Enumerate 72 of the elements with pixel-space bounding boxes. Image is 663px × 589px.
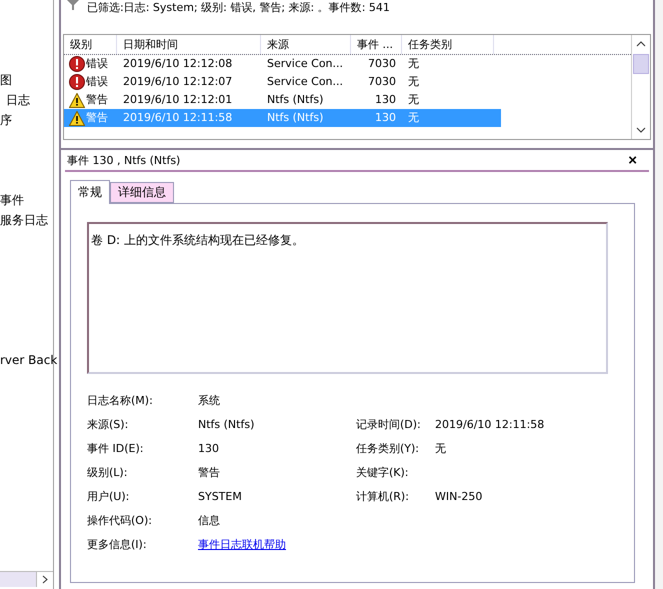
datetime-text: 2019/6/10 12:12:07 [123,74,232,90]
tree-item[interactable]: 事件 [0,190,53,210]
field-value: 警告 [198,464,221,480]
tree-item[interactable]: 图 [0,70,53,90]
field-label: 计算机(R): [356,488,410,504]
level-text: 错误 [86,74,108,90]
source-text: Ntfs (Ntfs) [267,92,324,108]
field-value: 信息 [198,512,221,528]
message-box: 卷 D: 上的文件系统结构现在已经修复。 [87,222,608,374]
close-button[interactable]: × [628,152,637,168]
event-row[interactable]: 错误 2019/6/10 12:12:08 Service Con... 7030 无 [64,55,501,73]
chevron-up-icon [636,41,646,47]
event-id-text: 7030 [368,56,396,72]
source-text: Ntfs (Ntfs) [267,110,324,126]
datetime-text: 2019/6/10 12:11:58 [123,110,232,126]
column-header[interactable]: 事件 ... [351,35,402,54]
field-label: 事件 ID(E): [87,440,144,456]
event-title: 事件 130 , Ntfs (Ntfs) [67,152,180,168]
chevron-down-icon [636,127,646,133]
tree-item[interactable]: 序 [0,110,53,130]
field-value: WIN-250 [435,490,484,502]
field-label: 记录时间(D): [356,416,422,432]
field-label: 用户(U): [87,488,130,504]
event-id-text: 7030 [368,74,396,90]
tree-item[interactable]: 服务日志 [0,210,53,230]
field-value: 130 [198,442,220,454]
column-header[interactable]: 来源 [261,35,351,54]
field-label: 任务类别(Y): [356,440,420,456]
tab[interactable]: 详细信息 [110,182,174,203]
field-label: 日志名称(M): [87,392,154,408]
event-row[interactable]: 错误 2019/6/10 12:12:07 Service Con... 7030 无 [64,73,501,91]
field-value: 无 [435,440,447,456]
column-header[interactable]: 日期和时间 [117,35,261,54]
task-category-text: 无 [408,56,419,72]
scrollbar-thumb[interactable] [633,54,649,74]
level-text: 警告 [86,110,108,126]
event-row[interactable]: 警告 2019/6/10 12:12:01 Ntfs (Ntfs) 130 无 [64,91,501,109]
tab[interactable]: 常规 [70,180,110,204]
field-value: 系统 [198,392,221,408]
error-icon [69,56,85,72]
field-label: 级别(L): [87,464,128,480]
error-icon [69,74,85,90]
datetime-text: 2019/6/10 12:12:08 [123,56,232,72]
warning-icon [69,92,85,108]
task-category-text: 无 [408,92,419,108]
field-value: 2019/6/10 12:11:58 [435,418,546,430]
task-category-text: 无 [408,110,419,126]
field-label: 更多信息(I): [87,536,148,552]
field-label: 关键字(K): [356,464,410,480]
field-label: 操作代码(O): [87,512,153,528]
field-label: 来源(S): [87,416,130,432]
field-value: Ntfs (Ntfs) [198,418,256,430]
help-link[interactable]: 事件日志联机帮助 [198,536,356,552]
warning-icon [69,110,85,126]
vertical-scrollbar[interactable] [631,35,650,139]
field-value: SYSTEM [198,490,243,502]
level-text: 错误 [86,56,108,72]
chevron-right-icon [42,575,48,584]
filter-icon [67,0,79,10]
tree-item[interactable]: 日志 [0,90,53,110]
task-category-text: 无 [408,74,419,90]
scroll-right-button[interactable] [36,572,53,587]
level-text: 警告 [86,92,108,108]
event-id-text: 130 [375,110,396,126]
filter-summary: 已筛选:日志: System; 级别: 错误, 警告; 来源: 。事件数: 541 [87,0,390,15]
column-header[interactable]: 级别 [64,35,117,54]
event-id-text: 130 [375,92,396,108]
column-header[interactable]: 任务类别 [402,35,494,54]
horizontal-scrollbar[interactable] [0,571,53,587]
source-text: Service Con... [267,56,344,72]
source-text: Service Con... [267,74,344,90]
datetime-text: 2019/6/10 12:12:01 [123,92,232,108]
